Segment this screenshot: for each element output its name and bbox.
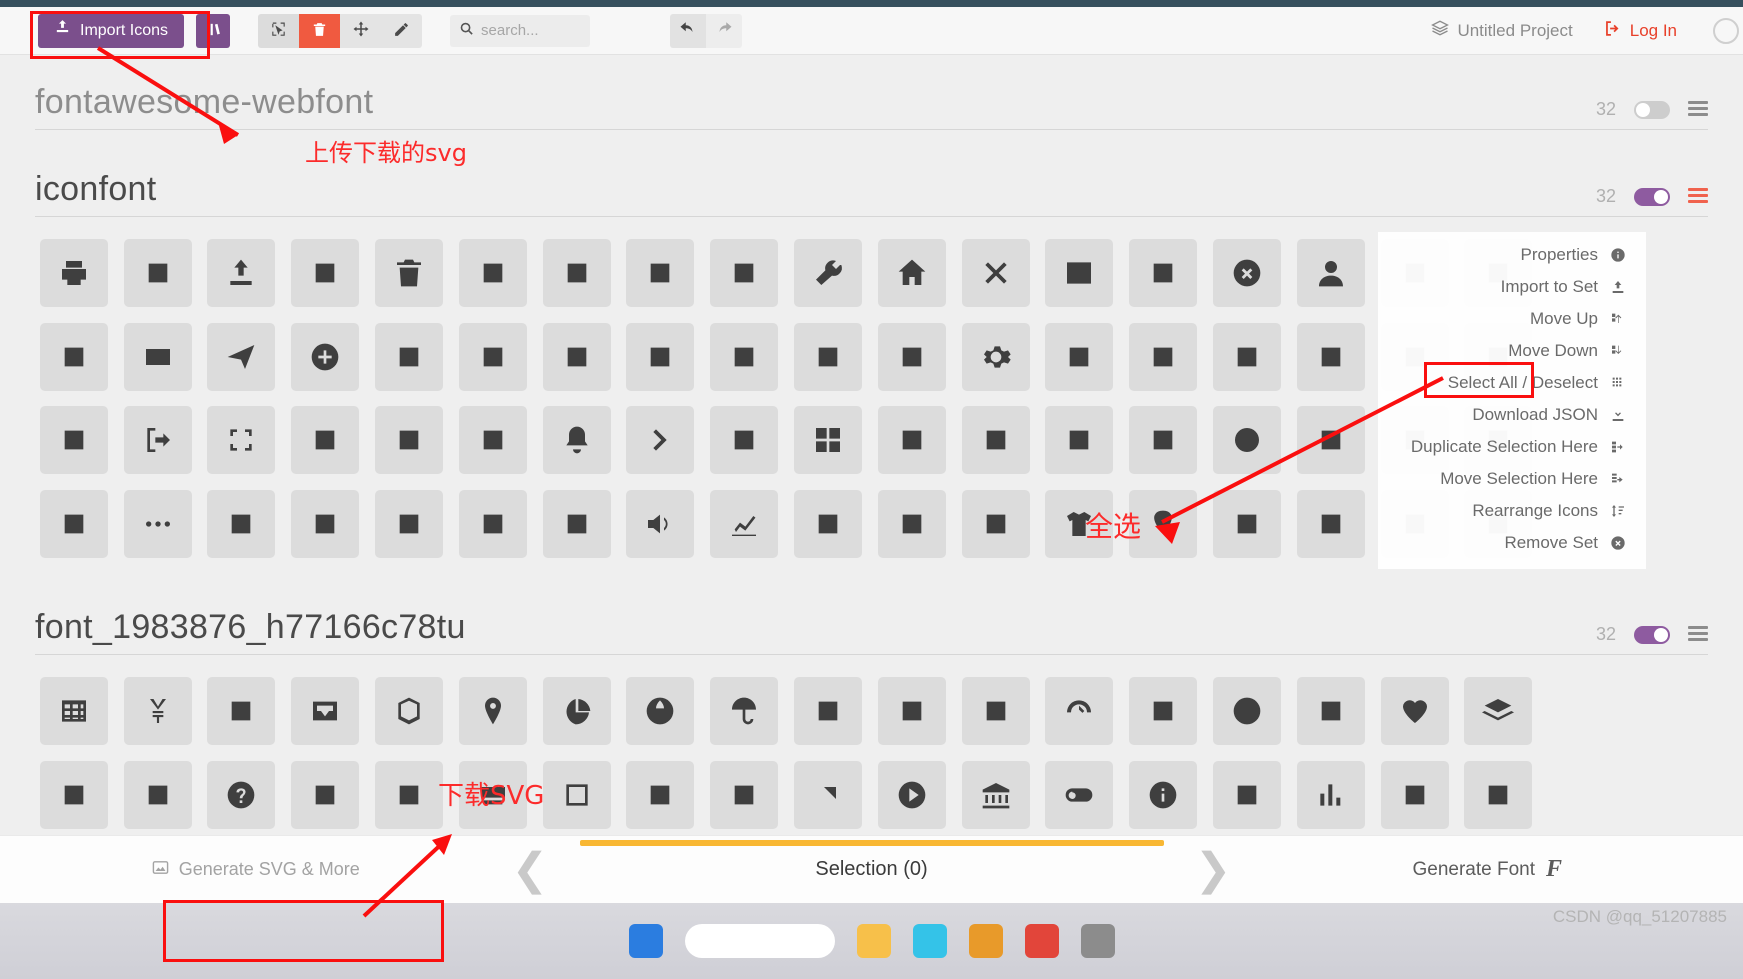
annotation-upload-svg: 上传下载的svg — [305, 139, 467, 167]
annotation-arrows — [96, 46, 1444, 918]
annotation-box-generate-svg — [163, 900, 444, 962]
annotation-download-svg: 下载SVG — [438, 781, 545, 811]
annotation-box-select-all — [1424, 362, 1534, 398]
annotation-select-all: 全选 — [1085, 510, 1142, 543]
annotation-box-import — [30, 11, 210, 59]
